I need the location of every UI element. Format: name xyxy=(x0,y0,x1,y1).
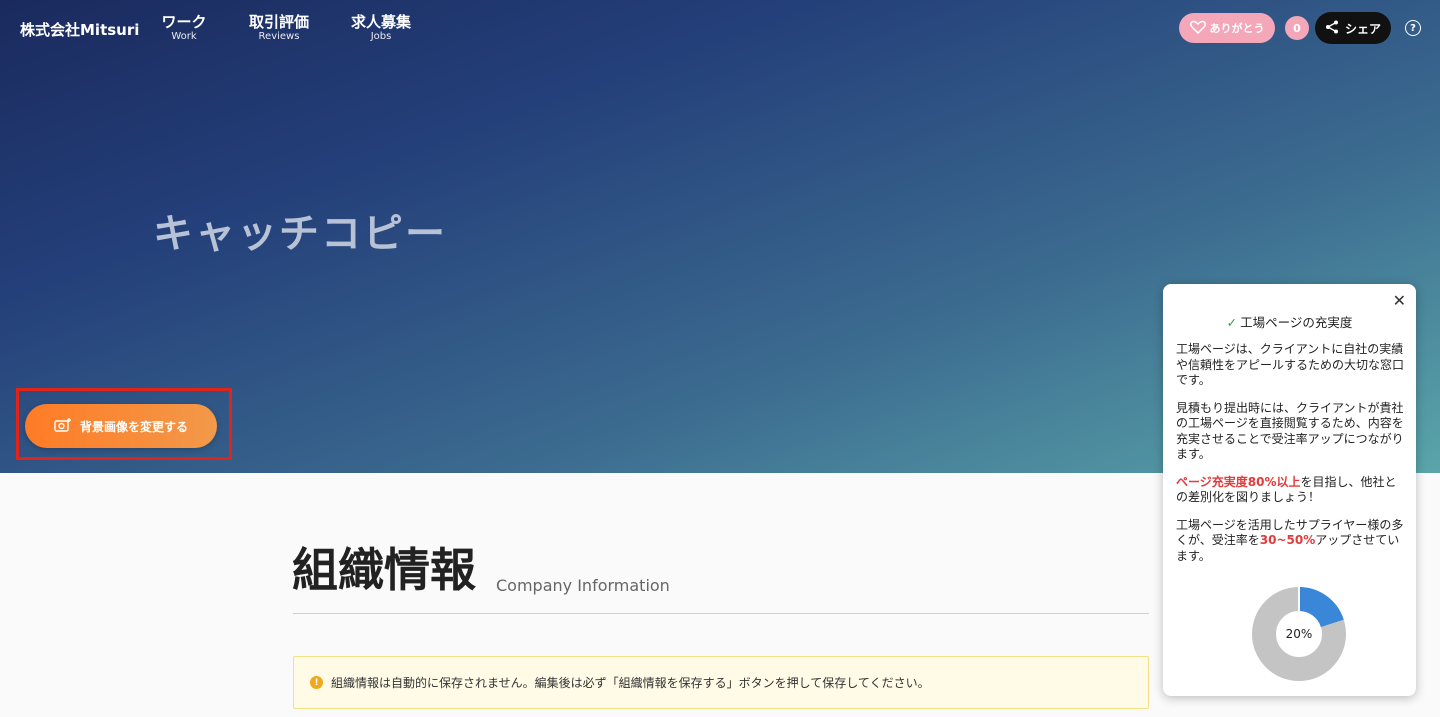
nav-item-reviews[interactable]: 取引評価 Reviews xyxy=(248,13,310,43)
highlight-text: ページ充実度80%以上 xyxy=(1176,474,1301,489)
warning-icon: ! xyxy=(310,676,323,689)
panel-body: 工場ページは、クライアントに自社の実績や信頼性をアピールするための大切な窓口です… xyxy=(1176,342,1406,576)
panel-paragraph: 工場ページは、クライアントに自社の実績や信頼性をアピールするための大切な窓口です… xyxy=(1176,342,1405,387)
section-divider xyxy=(293,613,1149,614)
nav-item-label: 求人募集 xyxy=(350,13,411,31)
company-name[interactable]: 株式会社Mitsuri xyxy=(20,19,139,40)
thanks-count-badge: 0 xyxy=(1285,16,1309,40)
nav-item-work[interactable]: ワーク Work xyxy=(161,13,207,43)
completeness-panel: ✕ ✓ 工場ページの充実度 工場ページは、クライアントに自社の実績や信頼性をアピー… xyxy=(1163,284,1416,696)
close-icon[interactable]: ✕ xyxy=(1393,291,1406,310)
unsaved-notice: ! 組織情報は自動的に保存されません。編集後は必ず「組織情報を保存する」ボタンを… xyxy=(293,656,1149,709)
help-icon[interactable]: ? xyxy=(1405,20,1421,36)
section-subtitle: Company Information xyxy=(496,576,670,595)
change-background-button[interactable]: 背景画像を変更する xyxy=(25,404,217,448)
share-icon xyxy=(1325,20,1339,37)
change-background-label: 背景画像を変更する xyxy=(79,419,188,434)
heart-plus-icon xyxy=(1189,20,1206,37)
panel-paragraph: 工場ページを活用したサプライヤー様の多くが、受注率を30~50%アップさせていま… xyxy=(1176,518,1406,565)
camera-plus-icon xyxy=(54,417,72,436)
check-icon: ✓ xyxy=(1226,315,1238,330)
top-nav-bar: 株式会社Mitsuri ワーク Work 取引評価 Reviews 求人募集 J… xyxy=(0,0,1440,56)
progress-label: 20% xyxy=(1286,627,1313,641)
thanks-button[interactable]: ありがとう xyxy=(1179,13,1275,43)
catchcopy-heading[interactable]: キャッチコピー xyxy=(153,201,447,259)
thanks-label: ありがとう xyxy=(1209,22,1265,35)
nav-item-jobs[interactable]: 求人募集 Jobs xyxy=(350,13,412,43)
section-title: 組織情報 xyxy=(292,543,476,597)
nav-item-label: 取引評価 xyxy=(248,13,309,31)
nav-item-sublabel: Reviews xyxy=(258,31,300,42)
panel-paragraph: ページ充実度80%以上を目指し、他社との差別化を図りましょう！ xyxy=(1176,475,1406,506)
panel-title-text: 工場ページの充実度 xyxy=(1240,315,1353,330)
highlight-text: 30~50% xyxy=(1259,533,1316,547)
panel-paragraph: 見積もり提出時には、クライアントが貴社の工場ページを直接閲覧するため、内容を充実… xyxy=(1176,400,1404,462)
progress-donut-chart: 20% xyxy=(1252,587,1346,681)
nav-item-sublabel: Work xyxy=(171,31,197,42)
nav-item-sublabel: Jobs xyxy=(370,31,392,42)
notice-text: 組織情報は自動的に保存されません。編集後は必ず「組織情報を保存する」ボタンを押し… xyxy=(331,676,930,690)
nav-item-label: ワーク xyxy=(161,13,207,31)
panel-title: ✓ 工場ページの充実度 xyxy=(1163,312,1416,331)
share-label: シェア xyxy=(1344,21,1381,36)
share-button[interactable]: シェア xyxy=(1315,12,1391,44)
